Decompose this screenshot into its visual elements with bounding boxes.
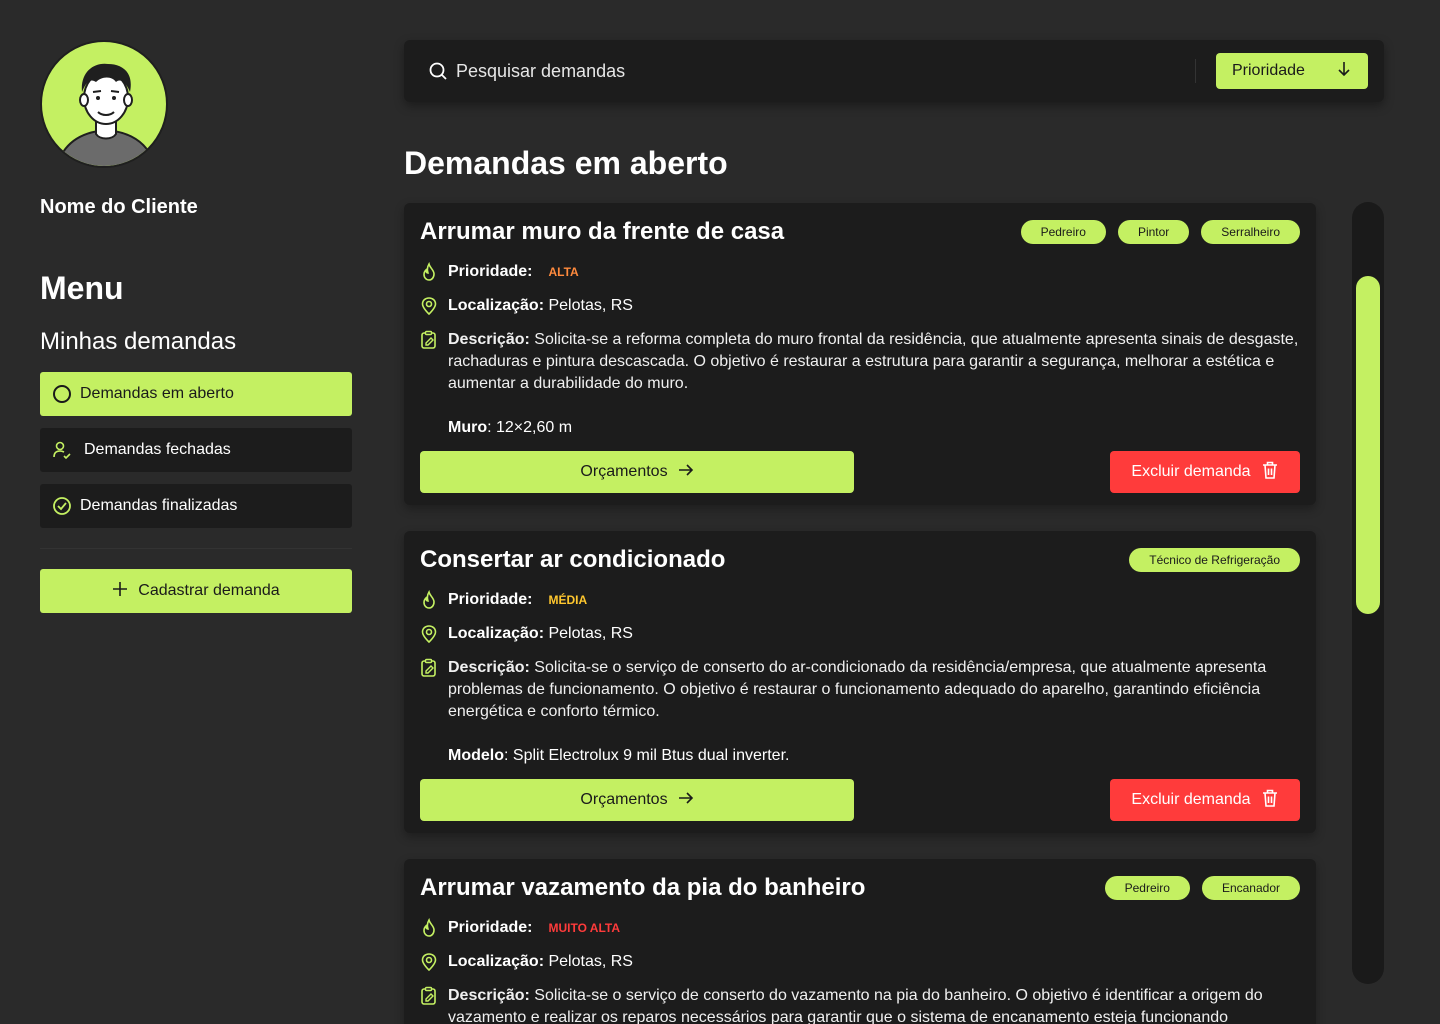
demand-title: Arrumar vazamento da pia do banheiro xyxy=(420,874,866,901)
location-label: Localização: xyxy=(448,625,545,642)
demand-title: Consertar ar condicionado xyxy=(420,546,726,573)
detail-label: Muro xyxy=(448,419,488,436)
search-icon xyxy=(428,61,448,81)
circle-icon xyxy=(52,384,72,404)
flame-icon xyxy=(420,589,438,611)
sort-priority-label: Prioridade xyxy=(1232,62,1305,79)
arrow-down-icon xyxy=(1336,61,1352,82)
priority-value: MÉDIA xyxy=(548,593,588,607)
avatar[interactable] xyxy=(40,40,168,168)
tag: Encanador xyxy=(1201,876,1300,900)
location-value: Pelotas, RS xyxy=(548,953,633,970)
detail-value: : Split Electrolux 9 mil Btus dual inver… xyxy=(504,747,790,764)
tag: Pedreiro xyxy=(1104,876,1190,900)
menu-item-demandas-fechadas[interactable]: Demandas fechadas xyxy=(40,428,352,472)
tag: Pedreiro xyxy=(1020,220,1106,244)
check-circle-icon xyxy=(52,496,72,516)
menu-item-label: Demandas em aberto xyxy=(80,385,234,402)
description-label: Descrição: xyxy=(448,659,530,676)
menu-item-demandas-em-aberto[interactable]: Demandas em aberto xyxy=(40,372,352,416)
scrollbar-track[interactable] xyxy=(1352,202,1384,984)
sidebar: Nome do Cliente Menu Minhas demandas Dem… xyxy=(40,40,352,613)
menu-subtitle: Minhas demandas xyxy=(40,328,237,355)
divider xyxy=(1195,59,1196,83)
menu-item-label: Demandas fechadas xyxy=(84,441,231,458)
tag: Serralheiro xyxy=(1201,220,1300,244)
location-label: Localização: xyxy=(448,953,545,970)
flame-icon xyxy=(420,917,438,939)
clipboard-edit-icon xyxy=(420,985,438,1007)
flame-icon xyxy=(420,261,438,283)
arrow-right-icon xyxy=(678,462,694,483)
priority-label: Prioridade: xyxy=(448,919,533,936)
divider xyxy=(40,548,352,549)
add-demand-label: Cadastrar demanda xyxy=(138,582,280,599)
search-input[interactable] xyxy=(456,60,1195,82)
clipboard-edit-icon xyxy=(420,657,438,679)
description-text: Solicita-se o serviço de conserto do vaz… xyxy=(448,987,1263,1024)
description-label: Descrição: xyxy=(448,331,530,348)
demand-card: Arrumar vazamento da pia do banheiro Ped… xyxy=(404,859,1316,1024)
menu-item-demandas-finalizadas[interactable]: Demandas finalizadas xyxy=(40,484,352,528)
avatar-illustration xyxy=(56,63,156,166)
priority-value: MUITO ALTA xyxy=(548,921,621,935)
page-title: Demandas em aberto xyxy=(404,145,728,181)
tag-list: Pedreiro Encanador xyxy=(1104,876,1300,900)
demand-card: Arrumar muro da frente de casa Pedreiro … xyxy=(404,203,1316,505)
description-text: Solicita-se o serviço de conserto do ar-… xyxy=(448,659,1267,720)
delete-label: Excluir demanda xyxy=(1131,463,1251,480)
location-pin-icon xyxy=(420,295,438,317)
menu-item-label: Demandas finalizadas xyxy=(80,497,238,514)
demand-card: Consertar ar condicionado Técnico de Ref… xyxy=(404,531,1316,833)
quotes-button[interactable]: Orçamentos xyxy=(420,451,854,493)
sort-priority-button[interactable]: Prioridade xyxy=(1216,53,1368,89)
demand-detail: Modelo: Split Electrolux 9 mil Btus dual… xyxy=(448,745,1300,767)
menu-list: Demandas em aberto Demandas fechadas Dem… xyxy=(40,372,352,528)
description-label: Descrição: xyxy=(448,987,530,1004)
priority-label: Prioridade: xyxy=(448,263,533,280)
scrollbar-thumb[interactable] xyxy=(1356,276,1380,614)
location-value: Pelotas, RS xyxy=(548,297,633,314)
tag: Técnico de Refrigeração xyxy=(1129,548,1300,572)
plus-icon xyxy=(112,581,128,602)
delete-demand-button[interactable]: Excluir demanda xyxy=(1110,451,1300,493)
delete-label: Excluir demanda xyxy=(1131,791,1251,808)
location-pin-icon xyxy=(420,623,438,645)
search-bar: Prioridade xyxy=(404,40,1384,102)
demand-title: Arrumar muro da frente de casa xyxy=(420,218,785,245)
delete-demand-button[interactable]: Excluir demanda xyxy=(1110,779,1300,821)
quotes-button[interactable]: Orçamentos xyxy=(420,779,854,821)
quotes-label: Orçamentos xyxy=(580,463,668,480)
tag-list: Técnico de Refrigeração xyxy=(1129,548,1300,572)
trash-icon xyxy=(1261,788,1279,813)
trash-icon xyxy=(1261,460,1279,485)
demand-list: Arrumar muro da frente de casa Pedreiro … xyxy=(404,203,1316,1024)
location-pin-icon xyxy=(420,951,438,973)
menu-title: Menu xyxy=(40,270,124,306)
demand-detail: Muro: 12×2,60 m xyxy=(448,417,1300,439)
tag: Pintor xyxy=(1117,220,1190,244)
location-label: Localização: xyxy=(448,297,545,314)
quotes-label: Orçamentos xyxy=(580,791,668,808)
client-name: Nome do Cliente xyxy=(40,196,198,218)
clipboard-edit-icon xyxy=(420,329,438,351)
location-value: Pelotas, RS xyxy=(548,625,633,642)
detail-label: Modelo xyxy=(448,747,504,764)
priority-label: Prioridade: xyxy=(448,591,533,608)
user-check-icon xyxy=(52,440,72,460)
priority-value: ALTA xyxy=(548,265,579,279)
tag-list: Pedreiro Pintor Serralheiro xyxy=(1020,220,1300,244)
add-demand-button[interactable]: Cadastrar demanda xyxy=(40,569,352,613)
detail-value: : 12×2,60 m xyxy=(487,419,573,436)
description-text: Solicita-se a reforma completa do muro f… xyxy=(448,331,1299,392)
arrow-right-icon xyxy=(678,790,694,811)
